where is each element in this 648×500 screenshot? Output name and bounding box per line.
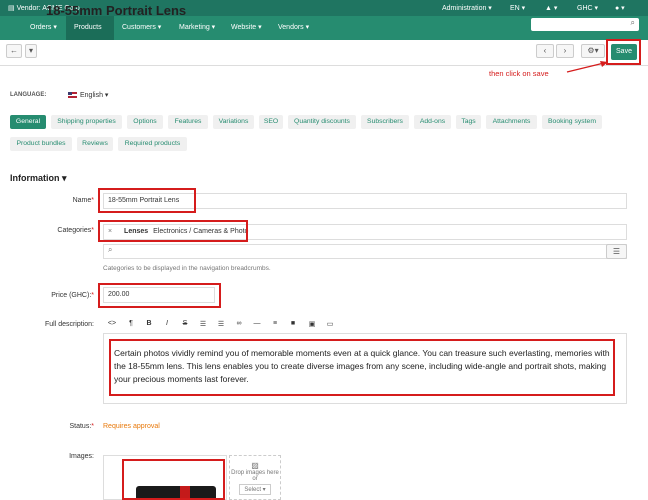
tab-product-bundles[interactable]: Product bundles <box>10 137 72 151</box>
nav-website[interactable]: Website ▾ <box>223 16 270 40</box>
price-highlight-box <box>98 283 221 308</box>
nav-customers[interactable]: Customers ▾ <box>114 16 169 40</box>
previous-product-button[interactable]: ‹ <box>536 44 554 58</box>
name-label: Name* <box>72 197 94 204</box>
italic-icon[interactable]: I <box>162 320 172 327</box>
categories-highlight-box <box>98 220 248 242</box>
gear-icon: ⚙ <box>587 46 595 55</box>
strikethrough-icon[interactable]: S <box>180 320 190 327</box>
tab-reviews[interactable]: Reviews <box>77 137 113 151</box>
nav-marketing[interactable]: Marketing ▾ <box>171 16 223 40</box>
tab-features[interactable]: Features <box>168 115 208 129</box>
image-highlight-box <box>122 459 225 500</box>
bold-icon[interactable]: B <box>144 320 154 327</box>
store-icon: ▤ <box>8 5 15 12</box>
tab-seo[interactable]: SEO <box>259 115 283 129</box>
list-icon: ☰ <box>612 247 621 256</box>
tab-variations[interactable]: Variations <box>213 115 254 129</box>
back-dropdown-button[interactable]: ▾ <box>25 44 37 58</box>
tab-required-products[interactable]: Required products <box>118 137 187 151</box>
language-menu[interactable]: EN ▾ <box>510 4 525 12</box>
settings-gear-button[interactable]: ⚙▾ <box>581 44 605 58</box>
description-label: Full description: <box>44 321 94 328</box>
category-list-button[interactable]: ☰ <box>606 244 627 259</box>
image-upload-icon: ▨ <box>251 461 259 470</box>
search-input[interactable]: ⌕ <box>531 18 639 31</box>
image-icon[interactable]: ▣ <box>307 320 317 328</box>
administration-menu[interactable]: Administration ▾ <box>442 4 492 12</box>
tab-booking-system[interactable]: Booking system <box>542 115 602 129</box>
annotation-arrow-icon <box>566 61 608 73</box>
link-icon[interactable]: ∞ <box>234 320 244 327</box>
nav-vendors[interactable]: Vendors ▾ <box>270 16 317 40</box>
categories-hint: Categories to be displayed in the naviga… <box>103 265 271 272</box>
bullet-list-icon[interactable]: ☰ <box>198 320 208 328</box>
tab-tags[interactable]: Tags <box>456 115 481 129</box>
numbered-list-icon[interactable]: ☰ <box>216 320 226 328</box>
save-highlight-box <box>606 39 641 65</box>
paragraph-icon[interactable]: ¶ <box>126 320 136 327</box>
categories-label: Categories* <box>57 227 94 234</box>
tab-subscribers[interactable]: Subscribers <box>361 115 409 129</box>
video-icon[interactable]: ▭ <box>325 320 335 328</box>
next-product-button[interactable]: › <box>556 44 574 58</box>
information-section-toggle[interactable]: Information ▾ <box>10 173 67 184</box>
name-highlight-box <box>98 188 196 213</box>
tab-quantity-discounts[interactable]: Quantity discounts <box>288 115 356 129</box>
description-highlight-box <box>109 339 615 396</box>
page-title: 18-55mm Portrait Lens <box>46 3 187 18</box>
language-label: LANGUAGE: <box>10 92 47 98</box>
main-nav: Orders ▾ Products ▾ Customers ▾ Marketin… <box>0 16 648 55</box>
status-label: Status:* <box>69 423 94 430</box>
align-icon[interactable]: ≡ <box>270 320 280 327</box>
tab-shipping-properties[interactable]: Shipping properties <box>51 115 122 129</box>
user-menu-icon[interactable]: ● ▾ <box>615 4 625 12</box>
tab-options[interactable]: Options <box>127 115 163 129</box>
search-icon: ⌕ <box>108 245 113 254</box>
tab-general[interactable]: General <box>10 115 46 129</box>
horizontal-rule-icon[interactable]: — <box>252 320 262 327</box>
price-label: Price (GHC):* <box>51 292 94 299</box>
html-code-icon[interactable]: <> <box>107 320 117 327</box>
tab-add-ons[interactable]: Add-ons <box>414 115 451 129</box>
search-icon: ⌕ <box>630 18 635 27</box>
annotation-text: then click on save <box>489 69 549 78</box>
nav-orders[interactable]: Orders ▾ <box>22 16 65 40</box>
us-flag-icon <box>68 92 77 98</box>
language-select[interactable]: English ▾ <box>68 91 108 99</box>
tab-attachments[interactable]: Attachments <box>486 115 537 129</box>
notifications-icon[interactable]: ▲ ▾ <box>545 4 557 12</box>
text-color-icon[interactable]: ■ <box>288 320 298 327</box>
status-value[interactable]: Requires approval <box>103 423 160 430</box>
category-search-input[interactable]: ⌕ <box>103 244 627 259</box>
back-button[interactable]: ← <box>6 44 22 58</box>
images-label: Images: <box>69 453 94 460</box>
currency-menu[interactable]: GHC ▾ <box>577 4 598 12</box>
select-image-button[interactable]: Select ▾ <box>239 484 271 495</box>
nav-products[interactable]: Products ▾ <box>66 16 114 55</box>
image-drop-area[interactable]: ▨ Drop images here or Select ▾ <box>229 455 281 500</box>
